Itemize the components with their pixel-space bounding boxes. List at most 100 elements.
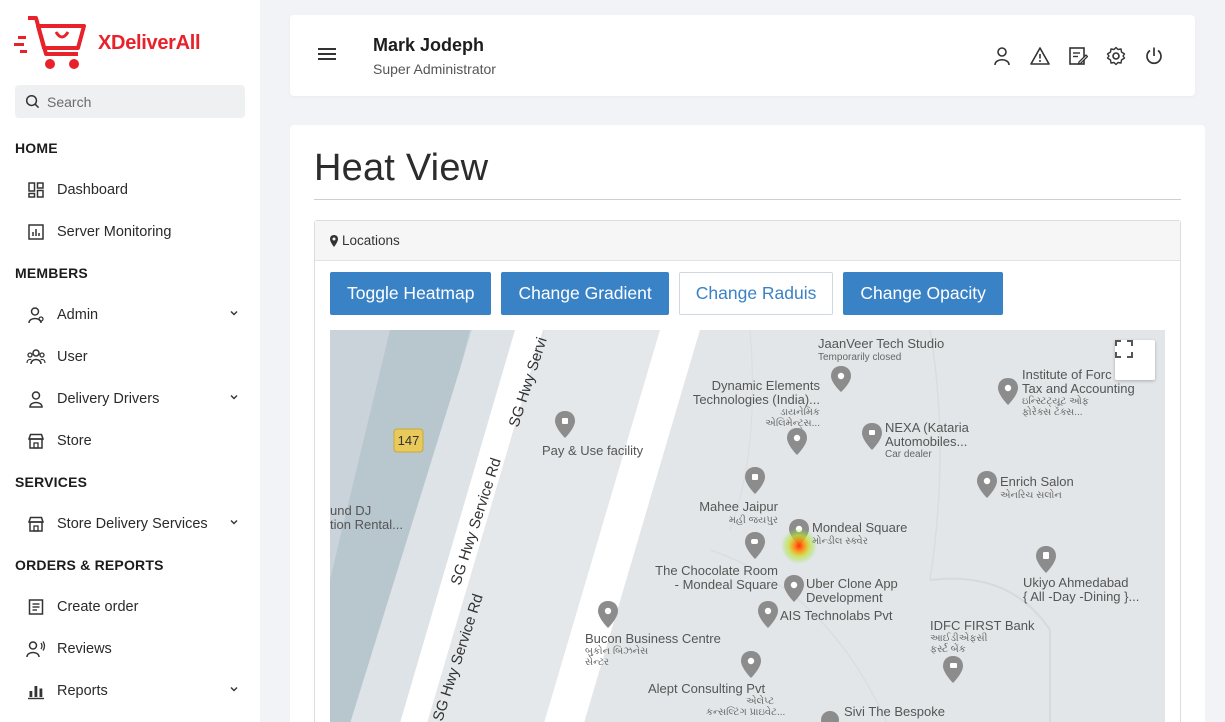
profile-icon[interactable] (991, 45, 1013, 67)
dashboard-icon (25, 181, 47, 199)
admin-user-icon (25, 306, 47, 324)
change-opacity-button[interactable]: Change Opacity (843, 272, 1003, 315)
section-orders-reports: ORDERS & REPORTS (15, 557, 164, 573)
cart-logo-icon (14, 16, 86, 69)
place-pay-use: Pay & Use facility (542, 443, 644, 458)
svg-text:Technologies (India)...: Technologies (India)... (693, 392, 820, 407)
place-ukiyo: Ukiyo Ahmedabad (1023, 575, 1129, 590)
sidebar-item-reports[interactable]: Reports (15, 673, 245, 709)
svg-text:ફોરેક્સ ટૅક્સ...: ફોરેક્સ ટૅક્સ... (1022, 405, 1083, 418)
section-home: HOME (15, 140, 58, 156)
svg-text:મોન્ડીલ સ્ક્વેર: મોન્ડીલ સ્ક્વેર (812, 534, 868, 547)
svg-text:ડાયનેમિક: ડાયનેમિક (780, 405, 820, 418)
map-pin-icon (555, 411, 575, 438)
place-nexa: NEXA (Kataria (885, 420, 970, 435)
svg-text:{ All -Day -Dining }...: { All -Day -Dining }... (1023, 589, 1139, 604)
sidebar-item-dashboard[interactable]: Dashboard (15, 172, 245, 208)
sidebar-item-label: Create order (57, 599, 139, 615)
svg-text:બુકોન બિઝનેસ: બુકોન બિઝનેસ (585, 644, 648, 657)
reports-bar-icon (25, 682, 47, 700)
svg-text:Development: Development (806, 590, 883, 605)
store-icon (25, 515, 47, 533)
place-mahee-jaipur: Mahee Jaipur (699, 499, 778, 514)
sidebar-item-admin[interactable]: Admin (15, 297, 245, 333)
sidebar-item-create-order[interactable]: Create order (15, 589, 245, 625)
place-uber-clone: Uber Clone App (806, 576, 898, 591)
sidebar-item-user[interactable]: User (15, 339, 245, 375)
change-radius-button[interactable]: Change Raduis (678, 272, 834, 315)
place-alept: Alept Consulting Pvt (648, 681, 765, 696)
route-shield: 147 (393, 428, 424, 453)
sidebar-item-delivery-drivers[interactable]: Delivery Drivers (15, 381, 245, 417)
svg-text:Automobiles...: Automobiles... (885, 434, 967, 449)
svg-text:ફર્સ્ટ બેંક: ફર્સ્ટ બેંક (930, 642, 966, 655)
sidebar-item-label: Store Delivery Services (57, 516, 208, 532)
chevron-down-icon (230, 311, 238, 316)
place-dj-rental: und DJ (330, 503, 371, 518)
svg-text:Tax and Accounting: Tax and Accounting (1022, 381, 1135, 396)
toggle-heatmap-button[interactable]: Toggle Heatmap (330, 272, 492, 315)
sidebar-item-reviews[interactable]: Reviews (15, 631, 245, 667)
svg-text:Temporarily closed: Temporarily closed (818, 352, 901, 363)
sidebar-item-label: Store (57, 433, 92, 449)
svg-text:ઇન્સ્ટિટ્યૂટ ઓફ: ઇન્સ્ટિટ્યૂટ ઓફ (1022, 394, 1089, 407)
place-bucon: Bucon Business Centre (585, 631, 721, 646)
brand-name: XDeliverAll (98, 31, 201, 54)
power-icon[interactable] (1143, 45, 1165, 67)
svg-text:એલિમેન્ટ્સ...: એલિમેન્ટ્સ... (765, 416, 820, 429)
sidebar-item-label: Delivery Drivers (57, 391, 160, 407)
svg-text:આઈડીએફસી: આઈડીએફસી (930, 631, 988, 644)
route-badge-label: 147 (398, 433, 420, 448)
sidebar-item-store[interactable]: Store (15, 423, 245, 459)
svg-text:Car dealer: Car dealer (885, 449, 932, 460)
panel-title: Locations (342, 233, 400, 248)
svg-text:સેન્ટર: સેન્ટર (585, 655, 609, 668)
sidebar-item-label: User (57, 349, 88, 365)
heatmap-hotspot (781, 528, 817, 564)
section-members: MEMBERS (15, 265, 88, 281)
svg-text:- Mondeal Square: - Mondeal Square (675, 577, 778, 592)
fullscreen-icon (1115, 340, 1133, 358)
svg-text:એનરિચ સલોન: એનરિચ સલોન (1000, 488, 1062, 501)
svg-text:એલેપ્ટ: એલેપ્ટ (746, 694, 774, 707)
chevron-down-icon (230, 687, 238, 692)
order-list-icon (25, 598, 47, 616)
place-institute: Institute of Forc (1022, 367, 1112, 382)
place-ais-technolabs: AIS Technolabs Pvt (780, 608, 893, 623)
user-role: Super Administrator (373, 61, 496, 77)
brand-logo[interactable]: XDeliverAll (14, 14, 201, 72)
search-box[interactable] (15, 85, 245, 118)
heat-map[interactable]: 147 SG Hwy Service Rd SG Hwy Service Rd … (330, 330, 1165, 722)
map-canvas: 147 SG Hwy Service Rd SG Hwy Service Rd … (330, 330, 1165, 722)
search-input[interactable] (47, 93, 237, 110)
place-sivi: Sivi The Bespoke (844, 704, 945, 719)
fullscreen-button[interactable] (1115, 340, 1155, 380)
locations-panel: Locations Toggle Heatmap Change Gradient… (314, 220, 1181, 722)
menu-toggle-icon[interactable] (318, 48, 336, 63)
sidebar-item-label: Server Monitoring (57, 224, 172, 240)
title-divider (314, 199, 1181, 200)
section-services: SERVICES (15, 474, 88, 490)
place-enrich-salon: Enrich Salon (1000, 474, 1074, 489)
chevron-down-icon (230, 395, 238, 400)
top-header: Mark Jodeph Super Administrator (290, 15, 1195, 96)
users-group-icon (25, 348, 47, 366)
sidebar-item-label: Dashboard (57, 182, 128, 198)
monitor-chart-icon (25, 223, 47, 241)
place-chocolate-room: The Chocolate Room (655, 563, 778, 578)
sidebar-item-label: Reports (57, 683, 108, 699)
reviews-icon (25, 640, 47, 658)
sidebar-item-store-delivery-services[interactable]: Store Delivery Services (15, 506, 245, 542)
warning-icon[interactable] (1029, 45, 1051, 67)
edit-note-icon[interactable] (1067, 45, 1089, 67)
chevron-down-icon (230, 520, 238, 525)
gear-icon[interactable] (1105, 45, 1127, 67)
user-name: Mark Jodeph (373, 35, 485, 55)
change-gradient-button[interactable]: Change Gradient (501, 272, 669, 315)
place-mondeal-square: Mondeal Square (812, 520, 907, 535)
sidebar-item-server-monitoring[interactable]: Server Monitoring (15, 214, 245, 250)
svg-text:મહી જયપુર: મહી જયપુર (729, 514, 778, 526)
place-idfc-bank: IDFC FIRST Bank (930, 618, 1035, 633)
svg-text:કન્સલ્ટિંગ પ્રાઇવેટ...: કન્સલ્ટિંગ પ્રાઇવેટ... (706, 705, 785, 718)
main-content: Heat View Locations Toggle Heatmap Chang… (290, 125, 1205, 722)
